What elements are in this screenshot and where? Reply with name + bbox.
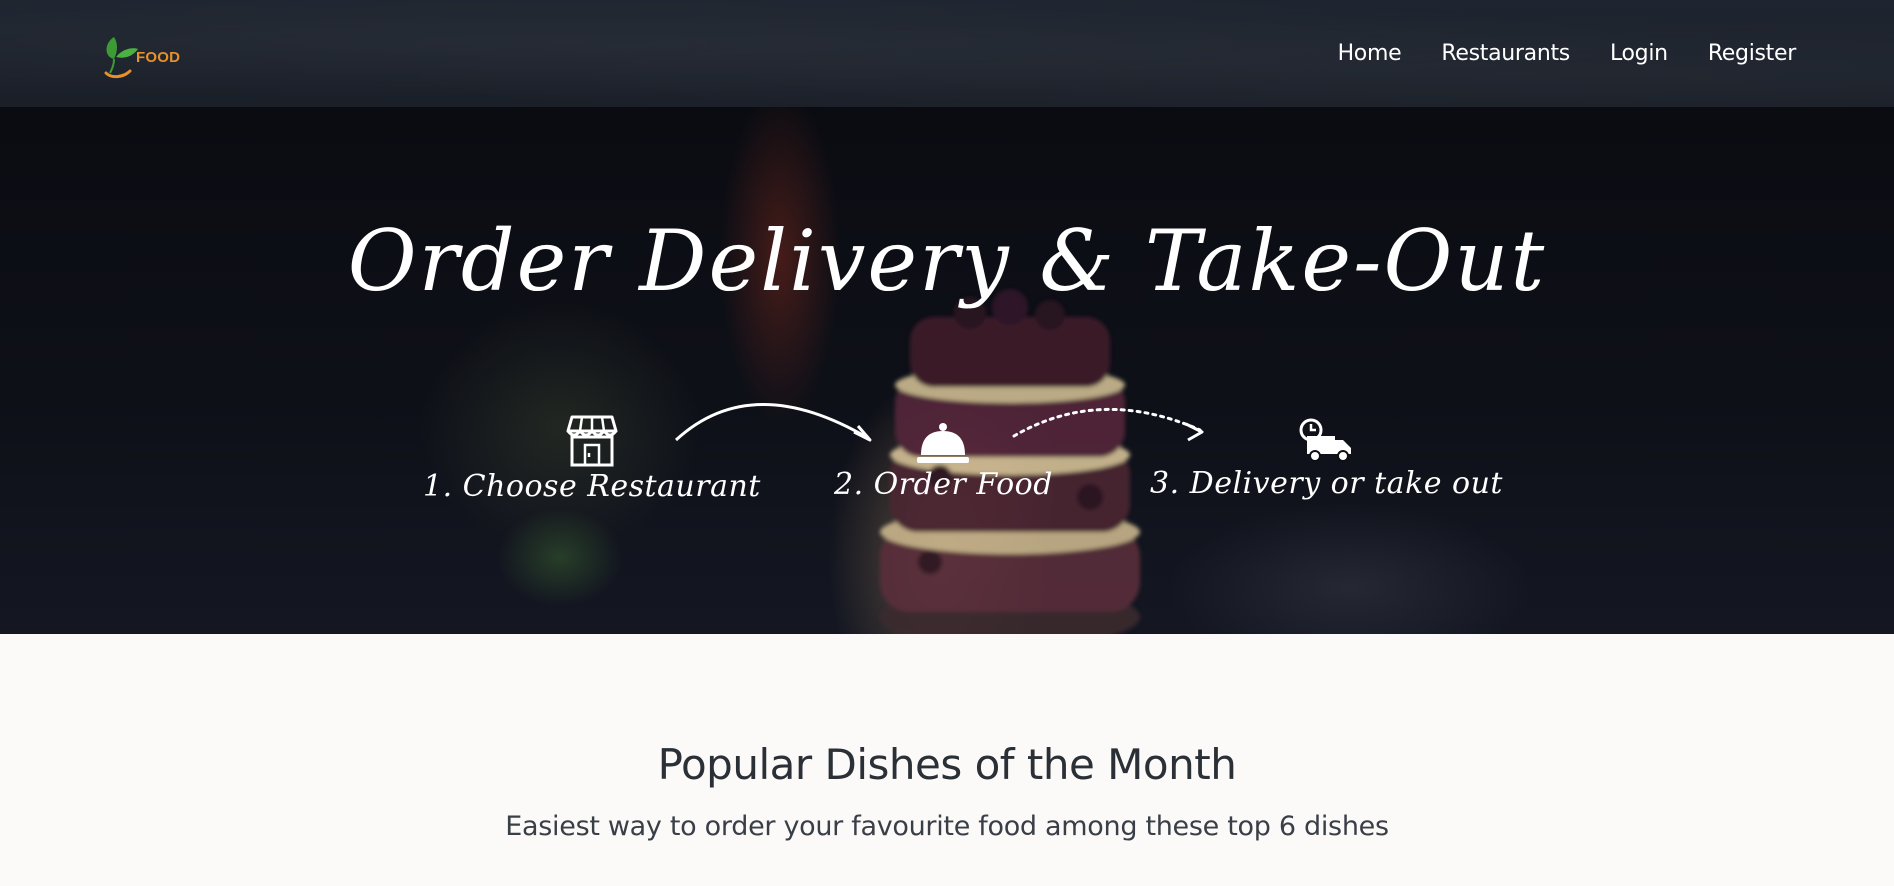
storefront-icon <box>566 415 618 467</box>
hero-banner: Order Delivery & Take-Out 1. Choose Rest… <box>0 107 1894 634</box>
step-label-choose-restaurant: 1. Choose Restaurant <box>423 469 761 504</box>
hero-title: Order Delivery & Take-Out <box>347 212 1547 310</box>
cloche-icon <box>917 423 970 463</box>
step-label-order-food: 2. Order Food <box>834 467 1053 502</box>
leaf-logo-icon <box>104 36 138 78</box>
nav-link-home[interactable]: Home <box>1338 41 1402 66</box>
nav-link-login[interactable]: Login <box>1610 41 1668 66</box>
site-logo[interactable]: FOOD <box>100 29 180 79</box>
popular-dishes-subtitle: Easiest way to order your favourite food… <box>505 811 1389 842</box>
main-nav: Home Restaurants Login Register <box>1338 41 1797 66</box>
popular-dishes-title: Popular Dishes of the Month <box>657 740 1237 789</box>
nav-link-register[interactable]: Register <box>1708 41 1796 66</box>
step-delivery: 3. Delivery or take out <box>1150 418 1503 501</box>
delivery-truck-icon <box>1299 418 1352 462</box>
nav-link-restaurants[interactable]: Restaurants <box>1441 41 1570 66</box>
step-label-delivery: 3. Delivery or take out <box>1150 466 1503 501</box>
logo-text: FOOD <box>136 48 181 66</box>
top-navbar: FOOD Home Restaurants Login Register <box>0 0 1894 107</box>
